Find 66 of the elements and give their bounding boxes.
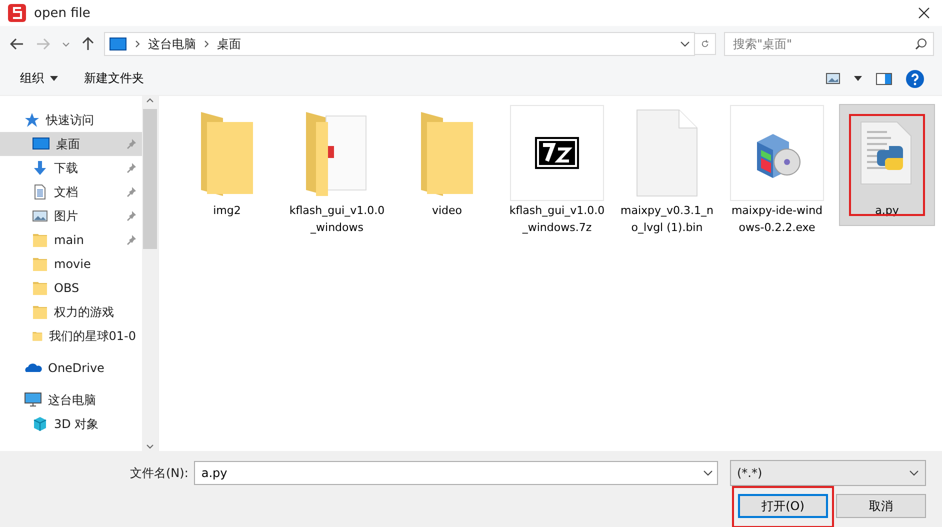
recent-dropdown-button[interactable]	[60, 40, 72, 48]
sidebar-item[interactable]: 下载	[0, 156, 142, 180]
sidebar-item[interactable]: 3D 对象	[0, 412, 142, 436]
help-icon[interactable]	[906, 70, 924, 88]
back-button[interactable]	[8, 36, 26, 52]
down-arrow-icon	[32, 160, 48, 176]
dropdown-caret-icon[interactable]	[703, 470, 713, 476]
folder-icon	[32, 256, 48, 272]
sidebar-item[interactable]: 权力的游戏	[0, 300, 142, 324]
filename-box[interactable]: a.py	[194, 461, 718, 485]
sidebar-item[interactable]: 桌面	[0, 132, 142, 156]
sidebar-item[interactable]: 图片	[0, 204, 142, 228]
sidebar-item[interactable]: 快速访问	[0, 108, 142, 132]
sidebar-item[interactable]: 这台电脑	[0, 388, 142, 412]
picture-icon	[32, 208, 48, 224]
preview-pane-icon[interactable]	[876, 72, 892, 84]
archive-7z-icon	[535, 137, 579, 169]
pin-icon[interactable]	[126, 187, 136, 197]
sidebar-item[interactable]: OBS	[0, 276, 142, 300]
file-item[interactable]: video	[399, 104, 495, 226]
file-item[interactable]: kflash_gui_v1.0.0_windows	[289, 104, 385, 243]
monitor-icon	[109, 37, 127, 51]
view-picture-icon[interactable]	[826, 73, 840, 84]
filename-label: 文件名(N):	[130, 464, 188, 482]
dialog-button[interactable]: 打开(O)	[738, 494, 828, 518]
pin-icon[interactable]	[126, 163, 136, 173]
search-box[interactable]: 搜索"桌面"	[724, 32, 934, 56]
breadcrumb[interactable]: 桌面	[217, 36, 241, 52]
sidebar-item[interactable]: 我们的星球01-0	[0, 324, 142, 348]
dropdown-caret-icon[interactable]	[680, 41, 690, 47]
breadcrumb[interactable]: 这台电脑	[148, 36, 196, 52]
sidebar-item[interactable]: movie	[0, 252, 142, 276]
monitor-icon	[32, 136, 50, 152]
dropdown-caret-icon[interactable]	[909, 470, 919, 476]
folder-icon	[32, 232, 48, 248]
sidebar-item[interactable]: 文档	[0, 180, 142, 204]
address-bar[interactable]: 这台电脑 桌面	[104, 32, 695, 56]
organize-button[interactable]: 组织	[18, 67, 60, 90]
file-type-dropdown[interactable]: (*.*)	[730, 460, 926, 486]
file-item[interactable]: img2	[179, 104, 275, 226]
monitor-icon	[24, 392, 42, 408]
dropdown-caret-icon[interactable]	[854, 76, 862, 81]
sidebar-item[interactable]: OneDrive	[0, 356, 142, 380]
pin-icon[interactable]	[126, 211, 136, 221]
caret-icon	[50, 76, 58, 81]
folder-icon	[419, 110, 475, 196]
new-folder-button[interactable]: 新建文件夹	[82, 67, 146, 90]
up-button[interactable]	[80, 35, 96, 53]
folder-icon	[32, 280, 48, 296]
search-icon	[915, 38, 927, 50]
refresh-icon	[701, 38, 709, 50]
dialog-button[interactable]: 取消	[836, 494, 926, 518]
blank-file-icon	[635, 108, 699, 198]
folder-icon	[199, 110, 255, 196]
scrollbar[interactable]	[142, 96, 158, 451]
folder-icon	[32, 304, 48, 320]
star-icon	[24, 112, 40, 128]
file-item[interactable]: maixpy_v0.3.1_no_lvgl (1).bin	[619, 104, 715, 243]
sidebar-item[interactable]: main	[0, 228, 142, 252]
scroll-down-icon[interactable]	[146, 442, 154, 451]
window-title: open file	[34, 6, 92, 20]
app-logo-icon	[8, 4, 26, 22]
document-icon	[32, 184, 48, 200]
cube-icon	[32, 416, 48, 432]
scroll-up-icon[interactable]	[146, 96, 154, 105]
pin-icon[interactable]	[126, 235, 136, 245]
